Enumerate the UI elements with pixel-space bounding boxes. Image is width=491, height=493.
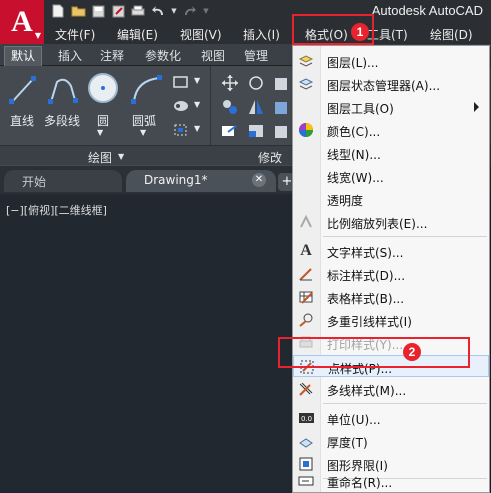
save-icon[interactable] <box>90 3 106 19</box>
rectangle-tool-icon[interactable] <box>172 74 190 90</box>
rotate-tool-icon[interactable] <box>246 74 266 92</box>
step-badge-2: 2 <box>403 343 421 361</box>
chevron-down-icon[interactable]: ▼ <box>118 152 124 161</box>
tab-default[interactable]: 默认 <box>4 46 43 66</box>
tab-view[interactable]: 视图 <box>195 47 231 65</box>
menu-item-thickness[interactable]: 厚度(T) <box>293 430 489 452</box>
quick-access-toolbar: ▼ ▼ <box>50 2 210 20</box>
viewport-controls[interactable]: [−][俯视][二维线框] <box>6 202 107 218</box>
menu-view[interactable]: 视图(V) <box>180 26 222 43</box>
scale-tool-icon[interactable] <box>246 122 266 140</box>
new-file-icon[interactable] <box>50 3 66 19</box>
polyline-tool-icon[interactable] <box>47 74 79 106</box>
circle-tool-label[interactable]: 圆 <box>97 112 109 129</box>
menu-item-transparency[interactable]: 透明度 <box>293 188 489 210</box>
polyline-tool-label[interactable]: 多段线 <box>44 112 80 129</box>
copy-tool-icon[interactable] <box>220 98 240 116</box>
menu-item-layer[interactable]: 图层(L)... <box>293 50 489 72</box>
table-style-icon <box>298 289 314 305</box>
step-badge-1: 1 <box>351 23 369 41</box>
multileader-style-icon <box>298 312 314 328</box>
menu-separator <box>323 403 487 404</box>
plus-icon: + <box>281 174 293 189</box>
menu-item-multiline-style[interactable]: 多线样式(M)... <box>293 378 489 400</box>
menu-item-rename[interactable]: 重命名(R)... <box>293 470 489 492</box>
menu-item-color[interactable]: 颜色(C)... <box>293 119 489 141</box>
file-tab-drawing1[interactable]: Drawing1* ✕ <box>126 170 276 192</box>
dimension-style-icon <box>298 266 314 282</box>
scale-list-icon <box>298 214 314 230</box>
menu-item-linetype[interactable]: 线型(N)... <box>293 142 489 164</box>
menu-edit[interactable]: 编辑(E) <box>117 26 158 43</box>
modify-tools-overflow[interactable] <box>272 74 290 140</box>
circle-tool-icon[interactable] <box>86 71 120 105</box>
chevron-down-icon[interactable]: ▼ <box>140 128 146 137</box>
units-icon: 0.0 <box>298 410 314 426</box>
multiline-style-icon <box>298 381 314 397</box>
highlight-box-point-style <box>278 337 470 368</box>
file-tab-start[interactable]: 开始 <box>4 170 122 192</box>
modify-panel-title[interactable]: 修改 <box>258 149 282 166</box>
stretch-tool-icon[interactable] <box>220 122 240 140</box>
menu-item-multileader-style[interactable]: 多重引线样式(I) <box>293 309 489 331</box>
menu-item-text-style[interactable]: A 文字样式(S)... <box>293 240 489 262</box>
tab-insert[interactable]: 插入 <box>52 47 88 65</box>
svg-text:0.0: 0.0 <box>301 415 312 423</box>
region-tool-icon[interactable] <box>172 122 190 138</box>
menu-item-layer-tools[interactable]: 图层工具(O) <box>293 96 489 118</box>
menu-separator <box>323 236 487 237</box>
text-style-icon: A <box>300 242 312 259</box>
chevron-down-icon[interactable]: ▼ <box>97 128 103 137</box>
menu-draw[interactable]: 绘图(D) <box>430 26 473 43</box>
arc-tool-label[interactable]: 圆弧 <box>132 112 156 129</box>
submenu-arrow-icon <box>474 102 479 112</box>
draw-panel-title[interactable]: 绘图 <box>88 149 112 166</box>
chevron-down-icon[interactable]: ▼ <box>194 124 200 133</box>
menu-insert[interactable]: 插入(I) <box>243 26 280 43</box>
chevron-down-icon[interactable]: ▼ <box>194 100 200 109</box>
panel-divider <box>210 66 211 146</box>
line-tool-icon[interactable] <box>8 74 38 106</box>
menu-bar: 文件(F) 编辑(E) 视图(V) 插入(I) 格式(O) 工具(T) 绘图(D… <box>0 22 491 44</box>
layer-icon <box>298 53 314 69</box>
thickness-icon <box>298 433 314 449</box>
menu-item-lineweight[interactable]: 线宽(W)... <box>293 165 489 187</box>
layer-state-icon <box>298 76 314 92</box>
chevron-down-icon[interactable]: ▼ <box>194 76 200 85</box>
arc-tool-icon[interactable] <box>130 74 164 106</box>
hatch-tool-icon[interactable] <box>172 98 190 114</box>
color-wheel-icon <box>298 122 314 138</box>
rename-icon <box>298 473 314 489</box>
file-tab-drawing1-label: Drawing1* <box>144 173 208 187</box>
undo-icon[interactable] <box>150 3 166 19</box>
open-folder-icon[interactable] <box>70 3 86 19</box>
chevron-down-icon: ▼ <box>34 31 41 40</box>
save-as-icon[interactable] <box>110 3 126 19</box>
chevron-down-icon[interactable]: ▼ <box>202 3 210 19</box>
move-tool-icon[interactable] <box>220 74 240 92</box>
print-icon[interactable] <box>130 3 146 19</box>
application-menu-button[interactable]: A ▼ <box>0 0 44 44</box>
menu-item-table-style[interactable]: 表格样式(B)... <box>293 286 489 308</box>
title-bar: ▼ ▼ Autodesk AutoCAD <box>0 0 491 22</box>
menu-item-dimension-style[interactable]: 标注样式(D)... <box>293 263 489 285</box>
file-tab-start-label: 开始 <box>22 175 47 189</box>
window-title: Autodesk AutoCAD <box>371 3 483 18</box>
menu-item-layer-state-manager[interactable]: 图层状态管理器(A)... <box>293 73 489 95</box>
tab-parametric[interactable]: 参数化 <box>139 47 187 65</box>
tab-annotate[interactable]: 注释 <box>94 47 130 65</box>
menu-file[interactable]: 文件(F) <box>55 26 95 43</box>
menu-item-scale-list[interactable]: 比例缩放列表(E)... <box>293 211 489 233</box>
menu-item-units[interactable]: 0.0 单位(U)... <box>293 407 489 429</box>
chevron-down-icon[interactable]: ▼ <box>170 3 178 19</box>
line-tool-label[interactable]: 直线 <box>10 112 34 129</box>
mirror-tool-icon[interactable] <box>246 98 266 116</box>
close-icon[interactable]: ✕ <box>252 173 266 187</box>
redo-icon[interactable] <box>182 3 198 19</box>
tab-manage[interactable]: 管理 <box>238 47 274 65</box>
autocad-logo-icon: A <box>11 5 33 38</box>
format-dropdown-menu: 图层(L)... 图层状态管理器(A)... 图层工具(O) 颜色(C)... … <box>292 45 490 493</box>
